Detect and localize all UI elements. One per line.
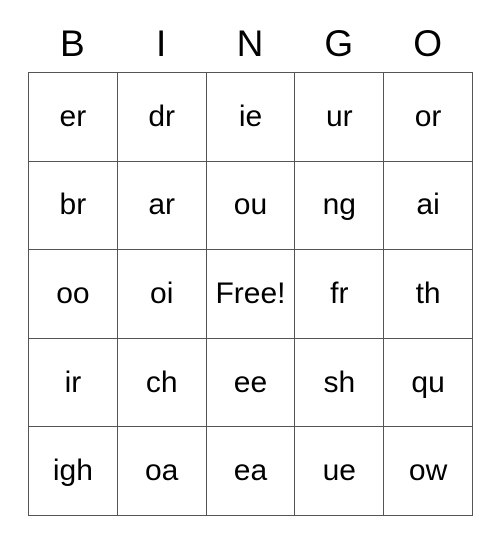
bingo-cell-label: ie <box>238 99 263 133</box>
bingo-cell[interactable]: ou <box>206 161 296 251</box>
bingo-cell-label: igh <box>52 454 93 488</box>
bingo-cell[interactable]: ea <box>206 427 296 516</box>
bingo-row: igh oa ea ue ow <box>29 427 473 516</box>
bingo-cell-label: ir <box>64 365 82 399</box>
bingo-header-letter-o: O <box>413 22 442 64</box>
bingo-row: ir ch ee sh qu <box>29 338 473 428</box>
bingo-cell-label: ch <box>145 365 178 399</box>
bingo-grid: er dr ie ur or br ar ou ng ai oo oi Free… <box>28 72 473 516</box>
bingo-cell[interactable]: ue <box>295 427 385 516</box>
bingo-cell[interactable]: fr <box>295 250 385 339</box>
bingo-cell[interactable]: oi <box>117 250 207 339</box>
bingo-row: er dr ie ur or <box>29 73 473 162</box>
bingo-free-space-label: Free! <box>215 276 286 310</box>
bingo-cell-label: oi <box>150 276 174 310</box>
bingo-cell[interactable]: ee <box>206 338 296 428</box>
bingo-cell[interactable]: ie <box>206 73 296 162</box>
bingo-cell-label: fr <box>330 276 349 310</box>
bingo-cell[interactable]: er <box>29 73 118 162</box>
bingo-cell[interactable]: oo <box>29 250 118 339</box>
bingo-cell-label: ur <box>325 99 353 133</box>
bingo-cell[interactable]: oa <box>117 427 207 516</box>
bingo-cell-label: th <box>415 276 441 310</box>
bingo-cell-label: ar <box>148 188 176 222</box>
bingo-row: br ar ou ng ai <box>29 161 473 251</box>
bingo-cell[interactable]: br <box>29 161 118 251</box>
bingo-cell[interactable]: ow <box>384 427 473 516</box>
bingo-cell-label: ow <box>408 454 448 488</box>
bingo-cell[interactable]: igh <box>29 427 118 516</box>
bingo-cell-label: qu <box>411 365 445 399</box>
bingo-cell-label: ue <box>322 454 356 488</box>
bingo-header-row: B I N G O <box>28 14 472 72</box>
bingo-free-space-cell[interactable]: Free! <box>206 250 296 339</box>
bingo-header-letter-g: G <box>324 22 354 64</box>
bingo-cell[interactable]: th <box>384 250 473 339</box>
bingo-cell[interactable]: ir <box>29 338 118 428</box>
bingo-cell-label: er <box>59 99 87 133</box>
bingo-cell[interactable]: qu <box>384 338 473 428</box>
bingo-cell-label: sh <box>323 365 356 399</box>
bingo-cell[interactable]: sh <box>295 338 385 428</box>
bingo-cell-label: ea <box>233 454 268 488</box>
bingo-cell[interactable]: ai <box>384 161 473 251</box>
bingo-cell-label: ee <box>233 365 268 399</box>
bingo-row: oo oi Free! fr th <box>29 250 473 339</box>
bingo-header-letter-i: I <box>156 22 167 64</box>
bingo-cell-label: ng <box>322 188 356 222</box>
bingo-cell-label: oa <box>145 454 179 488</box>
bingo-cell-label: or <box>414 99 442 133</box>
bingo-header-letter-b: B <box>60 22 85 64</box>
bingo-card: B I N G O er dr ie ur or br ar ou ng ai … <box>28 14 473 516</box>
bingo-cell-label: br <box>59 188 87 222</box>
bingo-cell-label: ou <box>233 188 268 222</box>
bingo-cell[interactable]: dr <box>117 73 207 162</box>
bingo-cell[interactable]: or <box>384 73 473 162</box>
bingo-cell-label: ai <box>416 188 440 222</box>
bingo-cell-label: dr <box>148 99 176 133</box>
bingo-header-letter-n: N <box>236 22 264 64</box>
bingo-cell[interactable]: ur <box>295 73 385 162</box>
bingo-cell[interactable]: ar <box>117 161 207 251</box>
bingo-cell[interactable]: ng <box>295 161 385 251</box>
bingo-cell-label: oo <box>56 276 90 310</box>
bingo-cell[interactable]: ch <box>117 338 207 428</box>
